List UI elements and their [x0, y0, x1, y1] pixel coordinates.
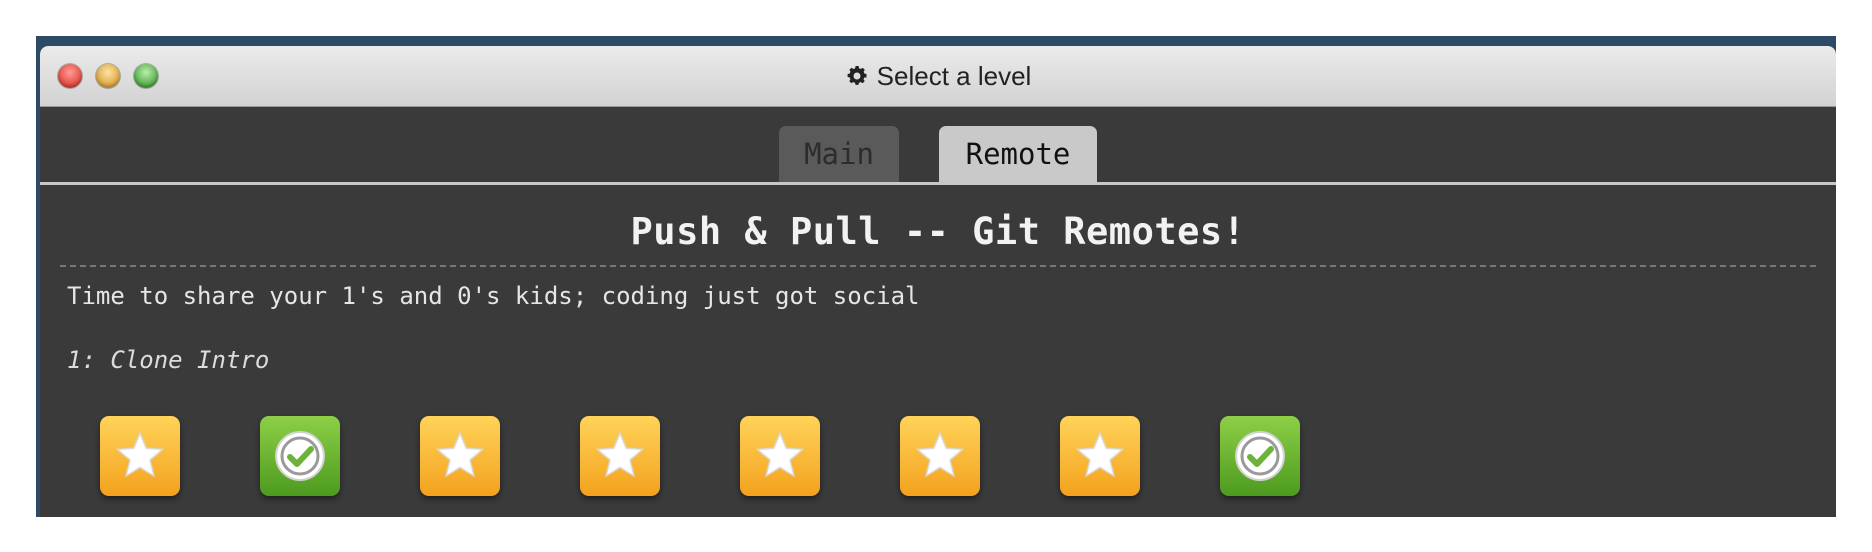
level-button-7[interactable]: [1060, 416, 1140, 496]
level-button-5[interactable]: [740, 416, 820, 496]
level-button-6[interactable]: [900, 416, 980, 496]
star-icon: [912, 428, 968, 484]
level-button-8[interactable]: [1220, 416, 1300, 496]
dashed-divider: [60, 265, 1816, 267]
level-button-1[interactable]: [100, 416, 180, 496]
tab-divider: [40, 182, 1836, 185]
close-window-button[interactable]: [58, 64, 82, 88]
gear-icon: [845, 64, 869, 88]
check-icon: [1230, 426, 1290, 486]
window-controls: [58, 64, 158, 88]
level-button-3[interactable]: [420, 416, 500, 496]
level-button-4[interactable]: [580, 416, 660, 496]
star-icon: [1072, 428, 1128, 484]
tab-remote[interactable]: Remote: [939, 126, 1097, 182]
window-title: Select a level: [845, 60, 1032, 92]
star-icon: [112, 428, 168, 484]
tab-main[interactable]: Main: [779, 126, 899, 182]
selected-level-name: 1: Clone Intro: [67, 346, 270, 374]
title-bar: Select a level: [40, 46, 1836, 107]
star-icon: [592, 428, 648, 484]
star-icon: [432, 428, 488, 484]
level-button-2[interactable]: [260, 416, 340, 496]
window-title-text: Select a level: [876, 60, 1032, 91]
sequence-heading: Push & Pull -- Git Remotes!: [630, 210, 1246, 253]
sequence-description: Time to share your 1's and 0's kids; cod…: [67, 282, 920, 310]
star-icon: [752, 428, 808, 484]
level-select-window: Select a level Main Remote Push & Pull -…: [40, 46, 1836, 517]
check-icon: [270, 426, 330, 486]
level-grid: [100, 416, 1300, 496]
minimize-window-button[interactable]: [96, 64, 120, 88]
maximize-window-button[interactable]: [134, 64, 158, 88]
